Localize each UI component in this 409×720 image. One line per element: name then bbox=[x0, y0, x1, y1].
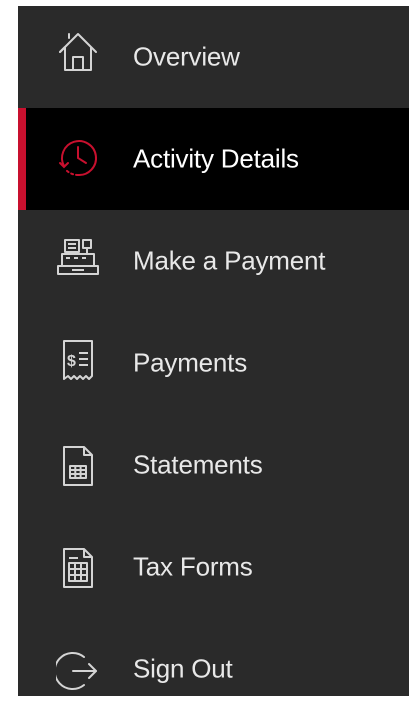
sidebar-nav: Overview Activity Details Make a Payment… bbox=[18, 6, 409, 696]
nav-item-make-a-payment[interactable]: Make a Payment bbox=[18, 210, 409, 312]
nav-label-statements: Statements bbox=[133, 449, 263, 480]
receipt-dollar-icon: $ bbox=[56, 338, 100, 382]
nav-label-activity-details: Activity Details bbox=[133, 143, 299, 174]
active-indicator bbox=[18, 108, 26, 210]
nav-item-overview[interactable]: Overview bbox=[18, 6, 409, 108]
nav-label-overview: Overview bbox=[133, 41, 240, 72]
nav-label-payments: Payments bbox=[133, 347, 248, 378]
nav-item-activity-details[interactable]: Activity Details bbox=[18, 108, 409, 210]
house-icon bbox=[56, 30, 100, 74]
nav-item-tax-forms[interactable]: Tax Forms bbox=[18, 516, 409, 618]
document-form-icon bbox=[56, 546, 100, 590]
nav-item-payments[interactable]: $ Payments bbox=[18, 312, 409, 414]
svg-text:$: $ bbox=[67, 353, 76, 370]
sign-out-icon bbox=[56, 649, 100, 693]
nav-item-sign-out[interactable]: Sign Out bbox=[18, 618, 409, 720]
nav-label-make-a-payment: Make a Payment bbox=[133, 245, 326, 276]
nav-label-sign-out: Sign Out bbox=[133, 653, 233, 684]
cash-register-icon bbox=[56, 236, 100, 280]
nav-label-tax-forms: Tax Forms bbox=[133, 551, 253, 582]
nav-item-statements[interactable]: Statements bbox=[18, 414, 409, 516]
document-table-icon bbox=[56, 444, 100, 488]
clock-history-icon bbox=[56, 136, 100, 180]
